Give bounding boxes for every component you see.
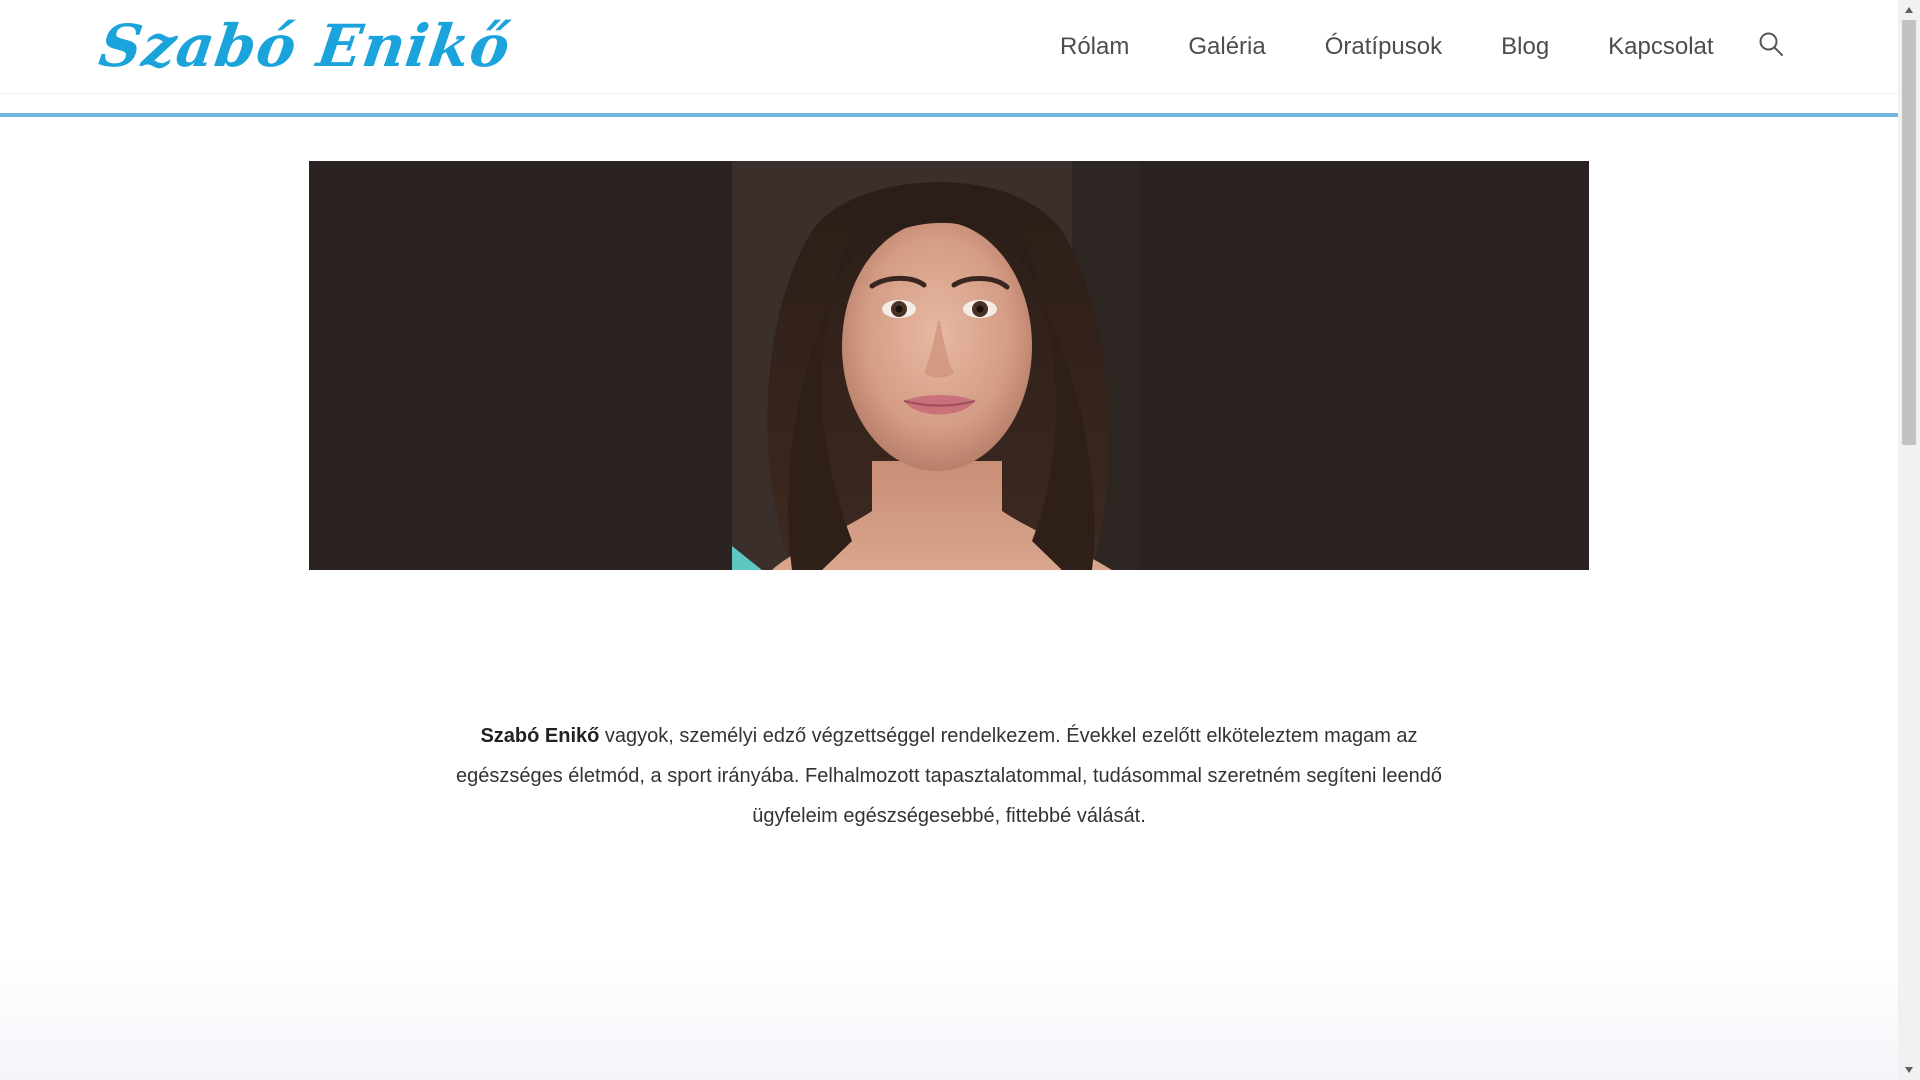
scrollbar-thumb[interactable] (1902, 20, 1916, 445)
site-header: Szabó Enikő Rólam Galéria Óratípusok Blo… (0, 0, 1898, 94)
triangle-up-icon (1905, 7, 1913, 13)
vertical-scrollbar[interactable] (1898, 0, 1920, 1080)
page: Szabó Enikő Rólam Galéria Óratípusok Blo… (0, 0, 1920, 1080)
site-logo[interactable]: Szabó Enikő (95, 10, 515, 82)
triangle-down-icon (1905, 1067, 1913, 1073)
intro-paragraph: Szabó Enikő vagyok, személyi edző végzet… (440, 716, 1458, 836)
scroll-up-arrow[interactable] (1898, 0, 1920, 20)
main-nav: Rólam Galéria Óratípusok Blog Kapcsolat (1060, 0, 1786, 93)
portrait-image (732, 161, 1141, 570)
scroll-down-arrow[interactable] (1898, 1060, 1920, 1080)
nav-item-oratipusok[interactable]: Óratípusok (1325, 33, 1442, 61)
nav-item-galeria[interactable]: Galéria (1188, 33, 1265, 61)
header-accent-line (0, 113, 1898, 117)
nav-item-blog[interactable]: Blog (1501, 33, 1549, 61)
search-button[interactable] (1756, 29, 1786, 59)
profile-photo (732, 161, 1141, 570)
intro-name: Szabó Enikő (480, 725, 600, 747)
intro-text: vagyok, személyi edző végzettséggel rend… (455, 725, 1443, 827)
nav-item-kapcsolat[interactable]: Kapcsolat (1608, 33, 1713, 61)
nav-item-rolam[interactable]: Rólam (1060, 33, 1129, 61)
hero-banner (309, 161, 1589, 570)
search-icon (1759, 32, 1783, 56)
